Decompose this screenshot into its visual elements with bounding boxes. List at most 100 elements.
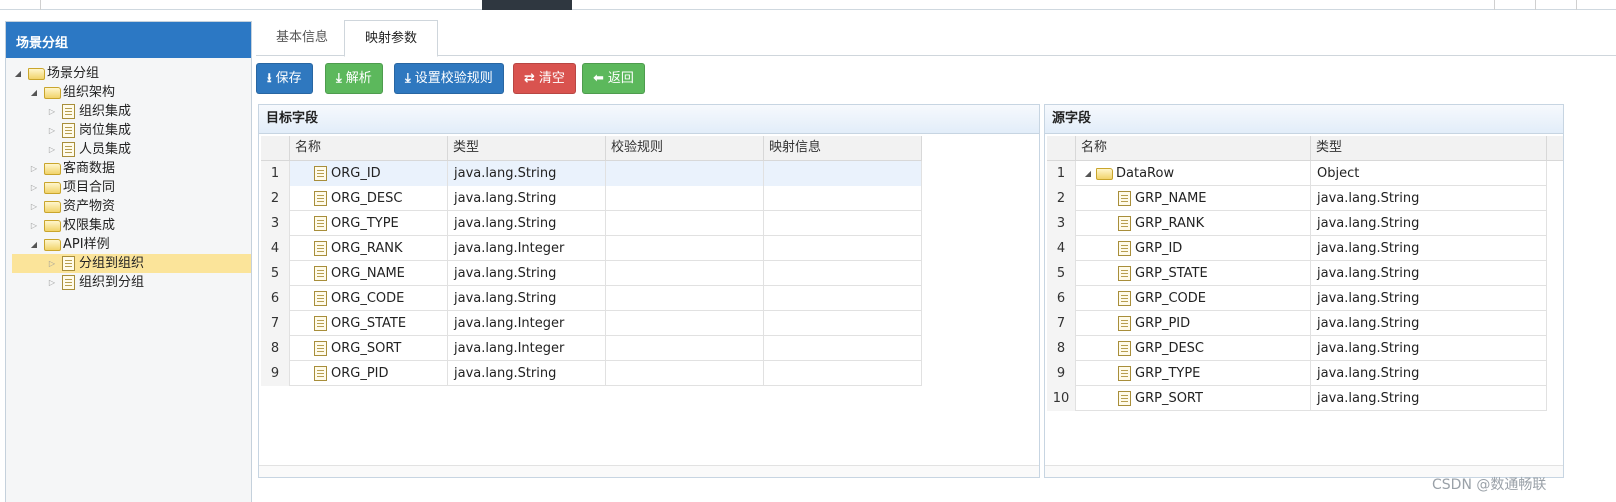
- table-row[interactable]: 9 ORG_PID java.lang.String: [261, 361, 922, 386]
- document-icon: [1118, 241, 1131, 256]
- collapse-icon[interactable]: ◢: [1082, 161, 1094, 180]
- parse-button[interactable]: ⤓ 解析: [325, 63, 383, 94]
- table-row[interactable]: 7 GRP_PID java.lang.String: [1047, 311, 1547, 336]
- tab-mapping-params[interactable]: 映射参数: [344, 20, 439, 57]
- table-row[interactable]: 6 ORG_CODE java.lang.String: [261, 286, 922, 311]
- mapping-info-cell: [764, 161, 922, 186]
- field-type-cell: java.lang.String: [448, 361, 606, 386]
- validation-rule-cell: [606, 161, 764, 186]
- validation-rule-cell: [606, 336, 764, 361]
- tree-node-permission[interactable]: ▷ 权限集成: [6, 216, 251, 235]
- row-number: 2: [1047, 186, 1076, 211]
- table-row[interactable]: 5 GRP_STATE java.lang.String: [1047, 261, 1547, 286]
- source-fields-title: 源字段: [1045, 105, 1563, 134]
- tree-node-group-to-org[interactable]: ▷ 分组到组织: [12, 254, 251, 273]
- expand-icon[interactable]: ▷: [46, 254, 58, 273]
- table-row[interactable]: 7 ORG_STATE java.lang.Integer: [261, 311, 922, 336]
- field-name: GRP_PID: [1135, 316, 1191, 331]
- column-header-type[interactable]: 类型: [448, 136, 606, 161]
- expand-icon[interactable]: ▷: [28, 159, 40, 178]
- table-row[interactable]: 4 GRP_ID java.lang.String: [1047, 236, 1547, 261]
- validation-rule-cell: [606, 261, 764, 286]
- source-grid: 名称 类型 1 ◢ DataRow Object 2 GRP_NAME java.lang.…: [1047, 136, 1563, 411]
- table-row[interactable]: 5 ORG_NAME java.lang.String: [261, 261, 922, 286]
- table-row[interactable]: 8 ORG_SORT java.lang.Integer: [261, 336, 922, 361]
- expand-icon[interactable]: ▷: [46, 102, 58, 121]
- target-fields-panel: 目标字段 名称 类型 校验规则 映射信息 1 ORG_ID java.lang.St…: [258, 104, 1040, 478]
- expand-icon[interactable]: ▷: [46, 140, 58, 159]
- tree-node-root[interactable]: ◢ 场景分组: [6, 64, 251, 83]
- clear-button[interactable]: ⇄ 清空: [513, 63, 576, 94]
- field-type-cell: java.lang.String: [448, 286, 606, 311]
- table-row[interactable]: 1 ◢ DataRow Object: [1047, 161, 1547, 186]
- tree-node-org-to-group[interactable]: ▷ 组织到分组: [6, 273, 251, 292]
- tree-node-org-integration[interactable]: ▷ 组织集成: [6, 102, 251, 121]
- set-validation-rules-button[interactable]: ⤓ 设置校验规则: [394, 63, 504, 94]
- tree-node-project-contract[interactable]: ▷ 项目合同: [6, 178, 251, 197]
- collapse-icon[interactable]: ◢: [28, 83, 40, 102]
- mapping-info-cell: [764, 361, 922, 386]
- button-label: 返回: [607, 71, 634, 86]
- tree-node-label: 人员集成: [79, 142, 132, 157]
- tab-basic-info[interactable]: 基本信息: [256, 20, 348, 56]
- tree-node-label: 项目合同: [63, 180, 116, 195]
- tree-node-label: 资产物资: [63, 199, 116, 214]
- table-row[interactable]: 4 ORG_RANK java.lang.Integer: [261, 236, 922, 261]
- back-button[interactable]: ⬅ 返回: [582, 63, 645, 94]
- table-row[interactable]: 3 ORG_TYPE java.lang.String: [261, 211, 922, 236]
- scene-tree: ◢ 场景分组 ◢ 组织架构 ▷ 组织集成 ▷ 岗位集成 ▷ 人员集成 ▷ 客商数…: [6, 64, 251, 292]
- watermark: CSDN @数通畅联: [1432, 477, 1547, 493]
- tree-node-label: 分组到组织: [79, 256, 145, 271]
- tree-node-assets[interactable]: ▷ 资产物资: [6, 197, 251, 216]
- tree-node-api-samples[interactable]: ◢ API样例: [6, 235, 251, 254]
- expand-icon[interactable]: ▷: [28, 178, 40, 197]
- field-name-cell: ORG_STATE: [290, 311, 448, 336]
- table-row[interactable]: 2 GRP_NAME java.lang.String: [1047, 186, 1547, 211]
- top-divider: [1535, 0, 1536, 10]
- document-icon: [1118, 191, 1131, 206]
- field-name-cell: GRP_NAME: [1076, 186, 1311, 211]
- tab-bar: 基本信息 映射参数: [256, 20, 1616, 57]
- field-name-cell: ORG_NAME: [290, 261, 448, 286]
- expand-icon[interactable]: ▷: [28, 197, 40, 216]
- save-button[interactable]: ⭳ 保存: [256, 63, 313, 94]
- row-number: 5: [1047, 261, 1076, 286]
- field-name: ORG_TYPE: [331, 216, 399, 231]
- column-header-rule[interactable]: 校验规则: [606, 136, 764, 161]
- table-row[interactable]: 1 ORG_ID java.lang.String: [261, 161, 922, 186]
- table-row[interactable]: 6 GRP_CODE java.lang.String: [1047, 286, 1547, 311]
- column-header-name[interactable]: 名称: [1076, 136, 1311, 161]
- top-active-tab[interactable]: [482, 0, 572, 10]
- document-icon: [62, 142, 75, 157]
- column-header-type[interactable]: 类型: [1311, 136, 1547, 161]
- tree-node-label: 组织到分组: [79, 275, 145, 290]
- field-name-cell: GRP_SORT: [1076, 386, 1311, 411]
- row-number: 8: [1047, 336, 1076, 361]
- expand-icon[interactable]: ▷: [28, 216, 40, 235]
- column-header-mapping[interactable]: 映射信息: [764, 136, 922, 161]
- button-label: 保存: [275, 71, 302, 86]
- field-name: ORG_ID: [331, 166, 381, 181]
- tree-node-post-integration[interactable]: ▷ 岗位集成: [6, 121, 251, 140]
- table-row[interactable]: 10 GRP_SORT java.lang.String: [1047, 386, 1547, 411]
- validation-rule-cell: [606, 361, 764, 386]
- tree-node-merchant-data[interactable]: ▷ 客商数据: [6, 159, 251, 178]
- collapse-icon[interactable]: ◢: [12, 64, 24, 83]
- folder-icon: [1096, 168, 1113, 180]
- horizontal-scrollbar[interactable]: [259, 465, 1039, 477]
- arrow-left-icon: ⬅: [593, 71, 604, 86]
- expand-icon[interactable]: ▷: [46, 273, 58, 292]
- mapping-info-cell: [764, 211, 922, 236]
- table-row[interactable]: 2 ORG_DESC java.lang.String: [261, 186, 922, 211]
- table-row[interactable]: 8 GRP_DESC java.lang.String: [1047, 336, 1547, 361]
- collapse-icon[interactable]: ◢: [28, 235, 40, 254]
- tree-node-person-integration[interactable]: ▷ 人员集成: [6, 140, 251, 159]
- expand-icon[interactable]: ▷: [46, 121, 58, 140]
- table-row[interactable]: 3 GRP_RANK java.lang.String: [1047, 211, 1547, 236]
- document-icon: [1118, 316, 1131, 331]
- table-row[interactable]: 9 GRP_TYPE java.lang.String: [1047, 361, 1547, 386]
- validation-rule-cell: [606, 211, 764, 236]
- column-header-name[interactable]: 名称: [290, 136, 448, 161]
- tree-node-org-structure[interactable]: ◢ 组织架构: [6, 83, 251, 102]
- validation-rule-cell: [606, 186, 764, 211]
